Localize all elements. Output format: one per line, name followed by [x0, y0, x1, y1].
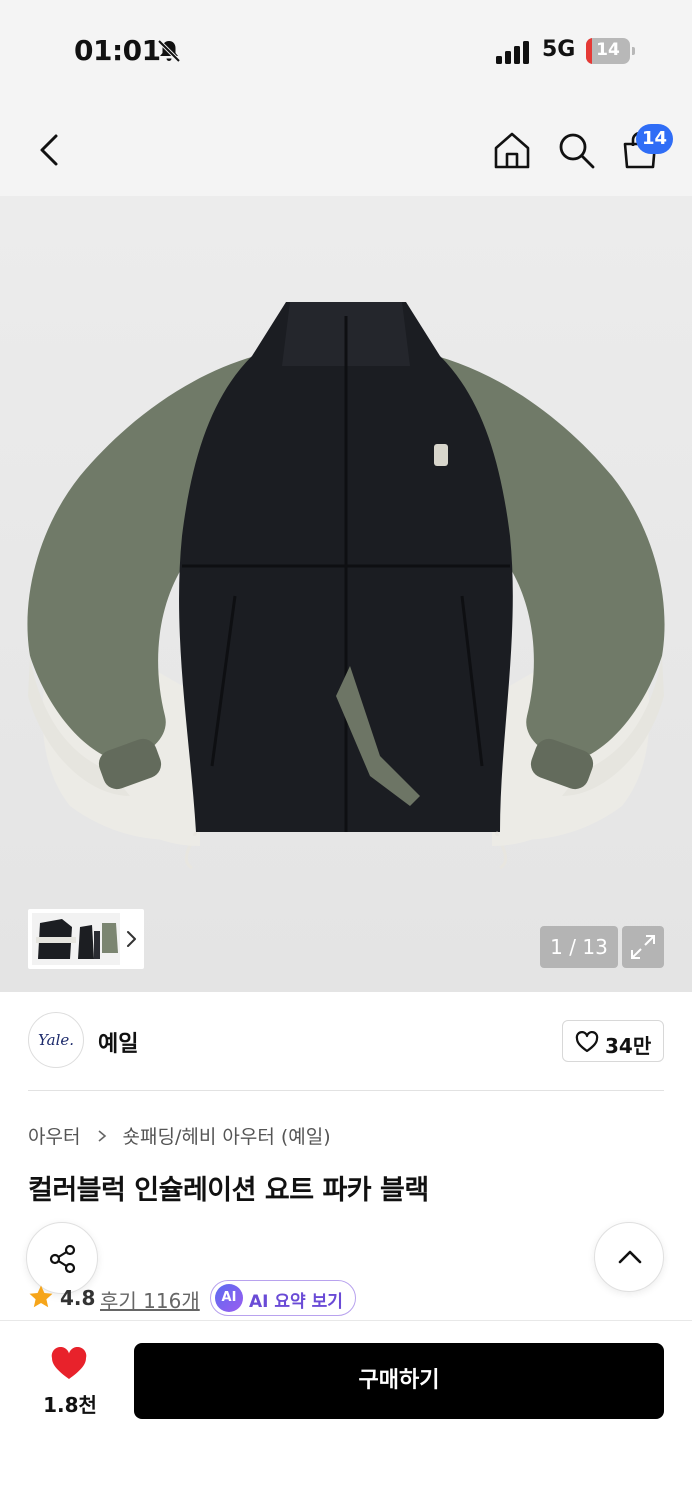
- chevron-left-icon[interactable]: [30, 128, 70, 172]
- top-nav-bar: [0, 100, 692, 196]
- brand-row[interactable]: Yale. 예일 34만: [0, 992, 692, 1092]
- bell-off-icon: [157, 39, 181, 63]
- home-icon[interactable]: [490, 128, 534, 172]
- share-icon: [49, 1244, 76, 1274]
- thumbnail-strip[interactable]: [28, 909, 144, 969]
- ai-badge-icon: AI: [215, 1284, 243, 1312]
- chevron-right-icon: [97, 1129, 106, 1142]
- product-image-gallery[interactable]: 1 / 13: [0, 196, 692, 992]
- buy-button[interactable]: 구매하기: [134, 1343, 664, 1419]
- wishlist-count: 1.8천: [43, 1393, 97, 1417]
- status-time: 01:01: [74, 34, 161, 67]
- thumbnail-image[interactable]: [32, 913, 120, 965]
- battery-icon: 14: [586, 38, 636, 64]
- chevron-right-icon[interactable]: [124, 929, 138, 949]
- heart-filled-icon: [51, 1347, 87, 1379]
- wishlist-button[interactable]: 1.8천: [30, 1343, 110, 1419]
- network-type: 5G: [542, 37, 576, 62]
- rating-value: 4.8: [60, 1286, 96, 1310]
- brand-like-count: 34만: [605, 1034, 652, 1058]
- brand-like-button[interactable]: 34만: [562, 1020, 664, 1062]
- battery-level: 14: [596, 40, 620, 60]
- cellular-signal-icon: [496, 41, 529, 64]
- bottom-action-bar: 1.8천 구매하기: [0, 1320, 692, 1500]
- scroll-to-top-button[interactable]: [594, 1222, 664, 1292]
- product-title: 컬러블럭 인슐레이션 요트 파카 블랙: [28, 1175, 429, 1206]
- divider: [28, 1090, 664, 1091]
- brand-name[interactable]: 예일: [98, 1026, 138, 1058]
- star-icon: [29, 1285, 53, 1308]
- ai-summary-button[interactable]: AI AI 요약 보기: [210, 1280, 356, 1316]
- breadcrumb-item-outer[interactable]: 아우터: [28, 1122, 80, 1149]
- ai-summary-label: AI 요약 보기: [249, 1292, 343, 1312]
- breadcrumb: 아우터 숏패딩/헤비 아우터 (예일): [28, 1122, 331, 1148]
- review-link[interactable]: 후기 116개: [100, 1285, 200, 1314]
- product-image[interactable]: [0, 196, 692, 992]
- brand-logo[interactable]: Yale.: [28, 1012, 84, 1068]
- image-page-counter: 1 / 13: [540, 926, 618, 968]
- heart-outline-icon: [575, 1031, 599, 1053]
- status-bar: 01:01 5G 14: [0, 0, 692, 100]
- search-icon[interactable]: [554, 128, 598, 172]
- breadcrumb-item-category[interactable]: 숏패딩/헤비 아우터 (예일): [123, 1122, 331, 1149]
- expand-icon[interactable]: [622, 926, 664, 968]
- chevron-up-icon: [618, 1250, 642, 1264]
- cart-count-badge: 14: [636, 124, 674, 154]
